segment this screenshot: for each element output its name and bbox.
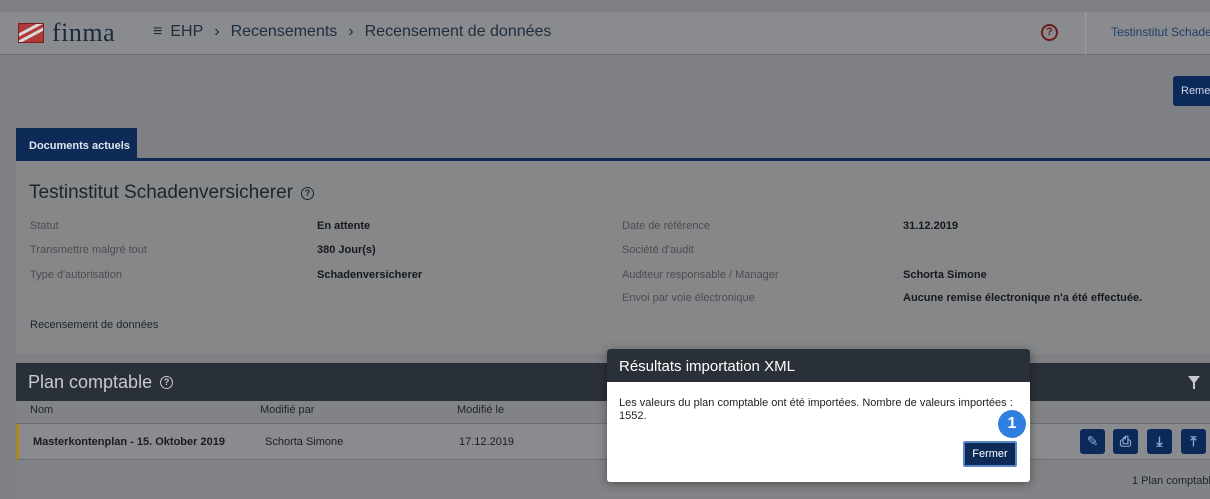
label-statut: Statut bbox=[30, 220, 59, 232]
toolbar: Reme bbox=[0, 56, 1210, 116]
institution-menu[interactable]: Testinstitut Schade bbox=[1111, 25, 1210, 39]
help-icon[interactable]: ? bbox=[301, 186, 315, 200]
tab-bar: Documents actuels bbox=[0, 116, 1210, 160]
label-transmettre: Transmettre malgré tout bbox=[30, 244, 147, 256]
breadcrumb-ehp[interactable]: EHP bbox=[170, 23, 203, 41]
help-icon[interactable]: ? bbox=[160, 376, 174, 389]
chevron-right-icon: › bbox=[348, 23, 354, 40]
label-societe-audit: Société d'audit bbox=[622, 244, 694, 256]
breadcrumb-recensements[interactable]: Recensements bbox=[231, 23, 338, 41]
value-envoi-electronique: Aucune remise électronique n'a été effec… bbox=[903, 292, 1143, 304]
page: finma ≡ EHP › Recensements › Recensement… bbox=[0, 0, 1210, 499]
column-header-modifie-par[interactable]: Modifié par bbox=[260, 404, 314, 416]
chevron-right-icon: › bbox=[214, 23, 220, 40]
label-date-reference: Date de référence bbox=[622, 220, 711, 232]
cell-modified-on: 17.12.2019 bbox=[459, 436, 515, 448]
cell-name: Masterkontenplan - 15. Oktober 2019 bbox=[33, 436, 225, 448]
section-subtitle: Recensement de données bbox=[30, 319, 159, 331]
top-header: finma ≡ EHP › Recensements › Recensement… bbox=[0, 12, 1210, 55]
label-auditeur: Auditeur responsable / Manager bbox=[622, 269, 779, 281]
cell-modified-by: Schorta Simone bbox=[265, 436, 344, 448]
institution-title-text: Testinstitut Schadenversicherer bbox=[29, 182, 294, 203]
column-header-nom[interactable]: Nom bbox=[30, 404, 53, 416]
dialog-message: Les valeurs du plan comptable ont été im… bbox=[619, 397, 1013, 422]
dialog-title: Résultats importation XML bbox=[607, 349, 1030, 382]
logo-text: finma bbox=[52, 18, 116, 47]
row-count: 1 Plan comptabl bbox=[1132, 475, 1210, 487]
xml-import-results-dialog: Résultats importation XML Les valeurs du… bbox=[607, 349, 1030, 482]
label-type-autorisation: Type d'autorisation bbox=[30, 269, 122, 281]
value-type-autorisation: Schadenversicherer bbox=[317, 269, 423, 281]
close-button[interactable]: Fermer bbox=[963, 441, 1017, 467]
institution-info-panel: Testinstitut Schadenversicherer ? Statut… bbox=[16, 161, 1210, 354]
institution-title: Testinstitut Schadenversicherer ? bbox=[29, 182, 315, 204]
value-statut: En attente bbox=[317, 220, 371, 232]
download-icon[interactable]: ⤓ bbox=[1147, 429, 1172, 454]
tab-documents-actuels[interactable]: Documents actuels bbox=[16, 128, 137, 160]
finma-logo[interactable]: finma bbox=[18, 18, 115, 48]
column-header-modifie-le[interactable]: Modifié le bbox=[457, 404, 504, 416]
submit-button[interactable]: Reme bbox=[1173, 76, 1210, 106]
logo-flag-icon bbox=[18, 23, 44, 43]
filter-icon[interactable] bbox=[1188, 376, 1200, 389]
plan-title: Plan comptable ? bbox=[28, 372, 174, 393]
print-icon[interactable]: ⎙ bbox=[1113, 429, 1138, 454]
value-transmettre: 380 Jour(s) bbox=[317, 244, 376, 256]
header-divider bbox=[1085, 12, 1086, 55]
edit-icon[interactable]: ✎ bbox=[1080, 429, 1105, 454]
breadcrumb: ≡ EHP › Recensements › Recensement de do… bbox=[153, 23, 551, 41]
help-icon[interactable]: ? bbox=[1041, 24, 1058, 41]
menu-icon[interactable]: ≡ bbox=[153, 23, 162, 41]
value-auditeur: Schorta Simone bbox=[903, 269, 987, 281]
value-date-reference: 31.12.2019 bbox=[903, 220, 959, 232]
plan-title-text: Plan comptable bbox=[28, 372, 153, 392]
breadcrumb-current: Recensement de données bbox=[364, 23, 552, 40]
label-envoi-electronique: Envoi par voie électronique bbox=[622, 292, 755, 304]
step-badge: 1 bbox=[998, 410, 1026, 438]
upload-icon[interactable]: ⤒ bbox=[1181, 429, 1206, 454]
